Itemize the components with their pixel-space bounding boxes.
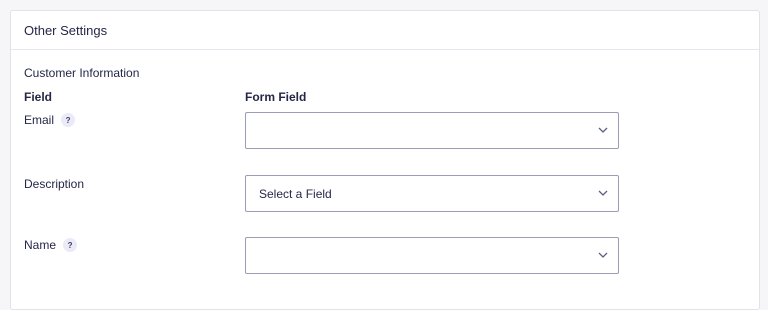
name-label: Name bbox=[24, 238, 57, 252]
description-select-value: Select a Field bbox=[259, 186, 332, 201]
description-form-field-select[interactable]: Select a Field bbox=[245, 175, 619, 212]
chevron-down-icon bbox=[598, 252, 608, 258]
panel-header: Other Settings bbox=[11, 11, 759, 50]
column-header-field: Field bbox=[24, 90, 53, 104]
email-label-row: Email ? bbox=[24, 113, 76, 127]
description-label-row: Description bbox=[24, 177, 84, 191]
section-title: Customer Information bbox=[24, 66, 140, 80]
panel-title: Other Settings bbox=[24, 22, 108, 38]
question-icon[interactable]: ? bbox=[61, 113, 76, 127]
other-settings-panel: Other Settings Customer Information Fiel… bbox=[10, 10, 760, 310]
name-label-row: Name ? bbox=[24, 238, 78, 252]
name-form-field-select[interactable] bbox=[245, 237, 619, 274]
chevron-down-icon bbox=[598, 190, 608, 196]
description-label: Description bbox=[24, 177, 85, 191]
email-label: Email bbox=[24, 113, 55, 127]
email-form-field-select[interactable] bbox=[245, 112, 619, 149]
chevron-down-icon bbox=[598, 127, 608, 133]
question-icon[interactable]: ? bbox=[63, 238, 78, 252]
column-header-form-field: Form Field bbox=[245, 90, 307, 104]
